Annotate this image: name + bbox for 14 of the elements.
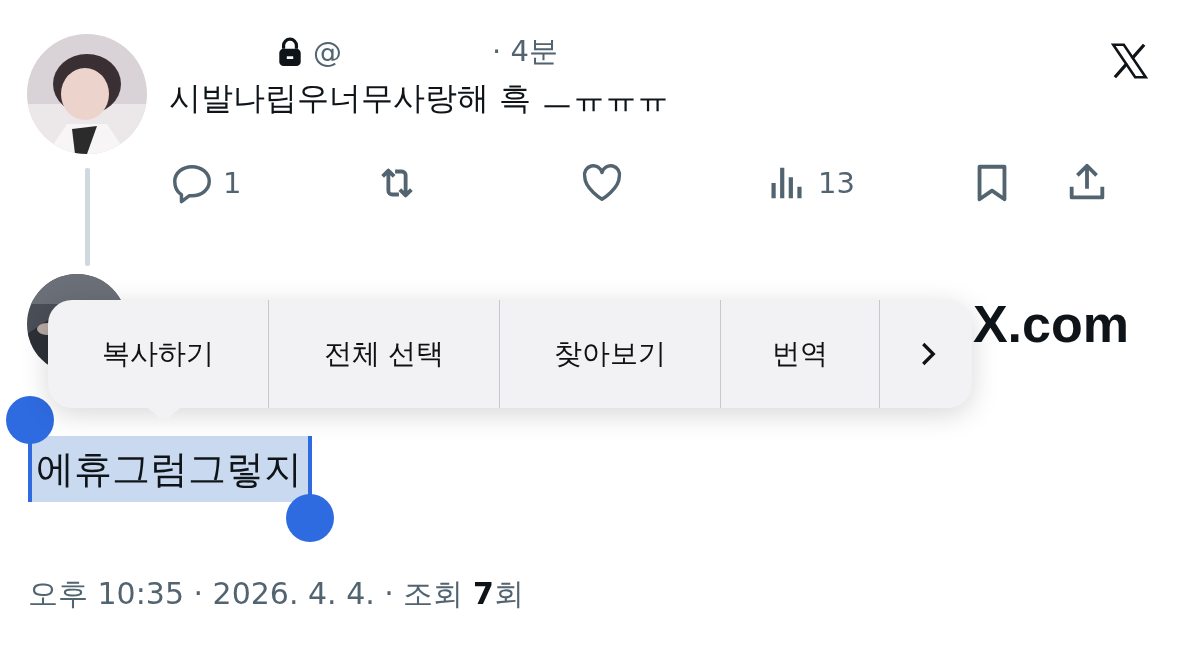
link-domain[interactable]: X.com [972,294,1129,354]
menu-item[interactable]: 번역 [721,300,880,408]
selection-handle[interactable] [6,396,54,444]
post-timestamp: 오후 10:35 · 2026. 4. 4. · 조회 7회 [28,575,524,613]
menu-item[interactable]: 찾아보기 [500,300,721,408]
post-time: · 4분 [492,33,558,70]
lock-icon [277,37,303,67]
menu-item[interactable]: 전체 선택 [269,300,500,408]
user-handle[interactable]: @ [313,35,482,69]
menu-item[interactable]: 복사하기 [48,300,269,408]
post-text: 시발나립우너무사랑해 흑 ㅡㅠㅠㅠ [169,78,671,119]
action-count: 1 [223,166,242,200]
action-count: 13 [818,166,855,200]
selection-handle[interactable] [286,494,334,542]
